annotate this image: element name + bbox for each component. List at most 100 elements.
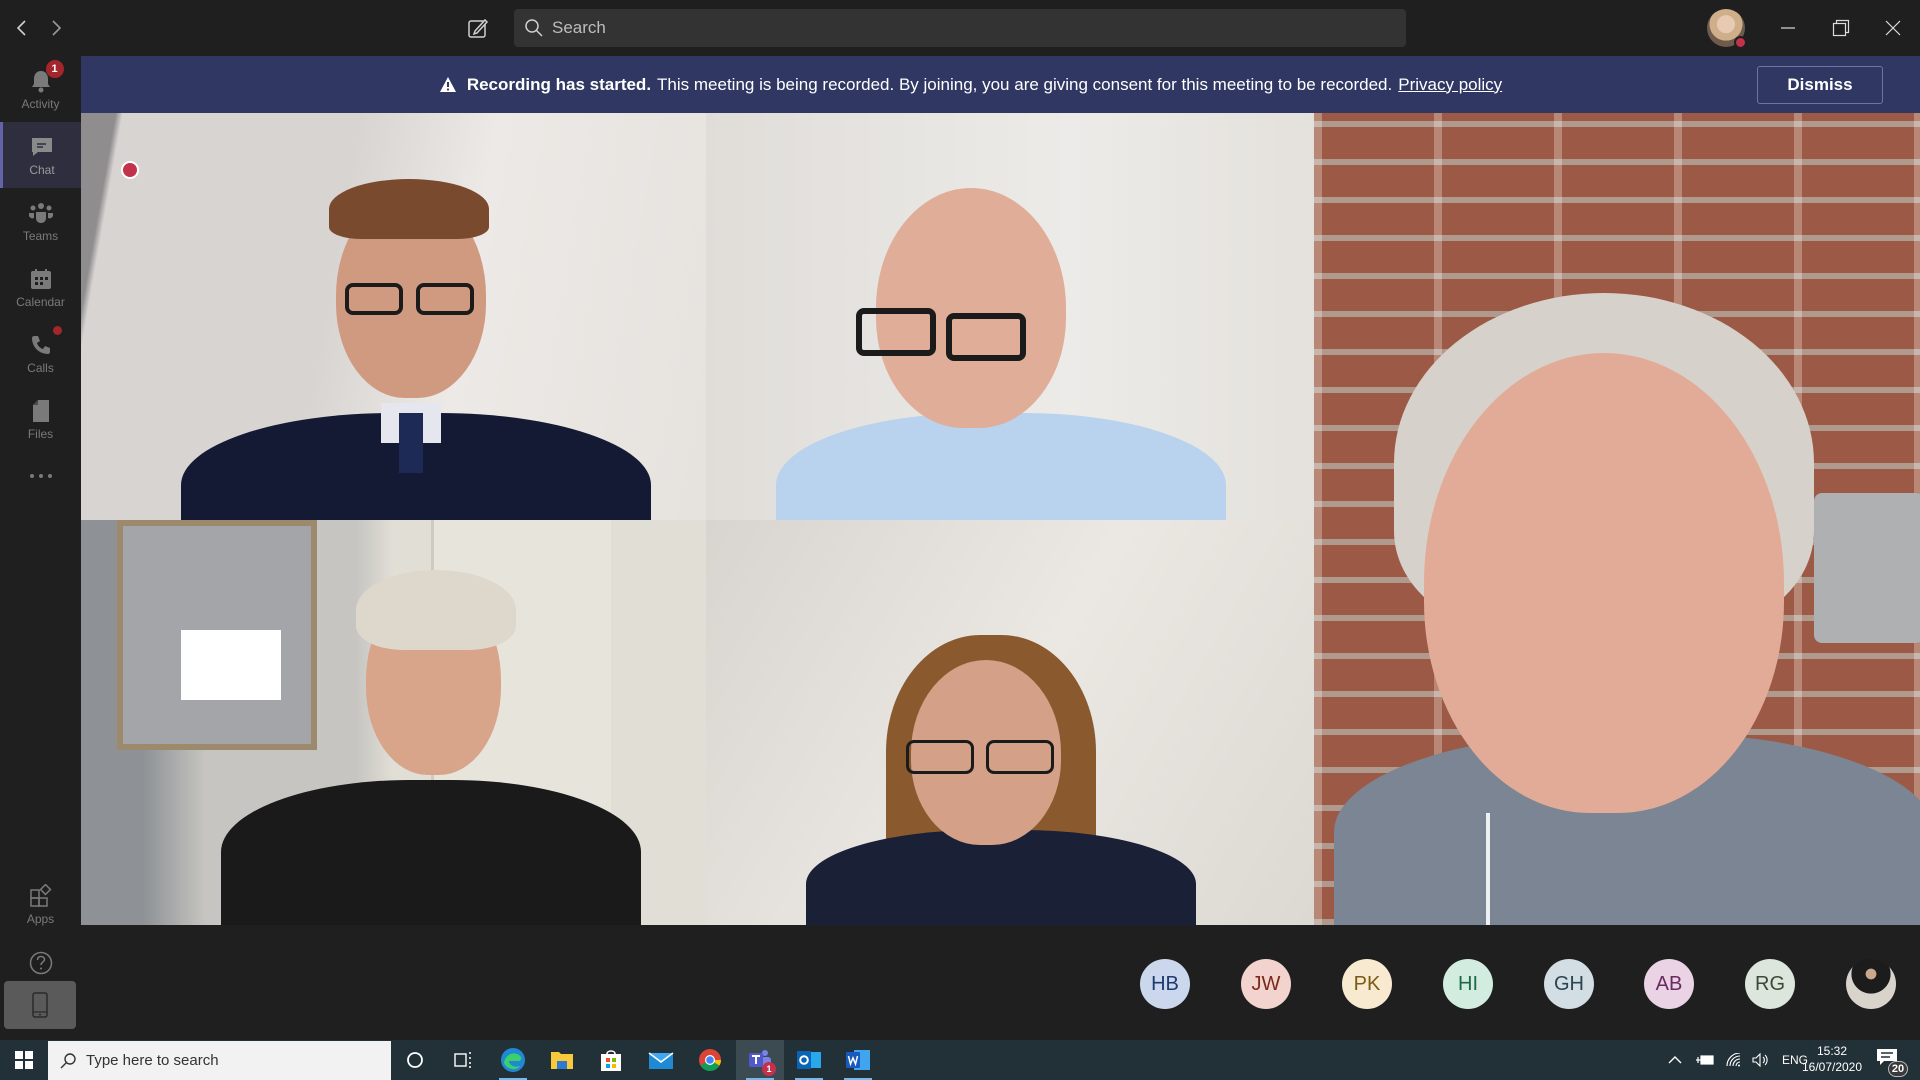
search-icon bbox=[60, 1052, 76, 1068]
appbar-item-label: Apps bbox=[26, 911, 55, 926]
windows-taskbar: 1 ENG 15:32 16/07/2020 20 bbox=[0, 1040, 1920, 1080]
video-tile-1[interactable] bbox=[81, 113, 706, 520]
recording-title: Recording has started. bbox=[466, 74, 652, 94]
calendar-icon bbox=[30, 268, 51, 289]
mobile-device-icon bbox=[32, 992, 48, 1018]
clock-time: 15:32 bbox=[1816, 1044, 1848, 1058]
participant-avatar-hi[interactable]: HI bbox=[1443, 959, 1493, 1009]
avatar-initials: PK bbox=[1353, 972, 1381, 995]
chrome-icon bbox=[699, 1049, 721, 1071]
taskbar-mail[interactable] bbox=[637, 1040, 685, 1080]
clock-date: 16/07/2020 bbox=[1801, 1060, 1863, 1074]
taskbar-clock[interactable]: 15:32 16/07/2020 bbox=[1800, 1043, 1864, 1075]
appbar-item-files[interactable]: Files bbox=[0, 386, 81, 452]
privacy-policy-link[interactable]: Privacy policy bbox=[1398, 75, 1502, 95]
windows-logo-icon bbox=[15, 1051, 33, 1069]
new-chat-button[interactable] bbox=[464, 14, 492, 42]
minimize-icon bbox=[1781, 27, 1795, 29]
file-icon bbox=[32, 399, 49, 422]
avatar-initials: GH bbox=[1554, 972, 1584, 995]
wifi-icon[interactable] bbox=[1726, 1053, 1742, 1067]
phone-icon bbox=[31, 335, 50, 354]
video-tile-5[interactable] bbox=[1314, 113, 1920, 925]
appbar-item-label: Files bbox=[27, 426, 54, 441]
search-input[interactable] bbox=[552, 18, 1352, 38]
cortana-icon bbox=[407, 1052, 423, 1068]
forward-button[interactable] bbox=[42, 14, 70, 42]
participant-avatar-photo[interactable] bbox=[1846, 959, 1896, 1009]
appbar-item-calendar[interactable]: Calendar bbox=[0, 254, 81, 320]
search-box[interactable] bbox=[514, 9, 1406, 47]
restore-icon bbox=[1832, 19, 1850, 37]
video-tile-4[interactable] bbox=[706, 520, 1314, 925]
battery-charging-icon[interactable] bbox=[1696, 1054, 1714, 1066]
file-explorer-icon bbox=[551, 1052, 573, 1069]
compose-icon bbox=[468, 18, 489, 38]
dismiss-button[interactable]: Dismiss bbox=[1757, 66, 1883, 104]
recording-text: This meeting is being recorded. By joini… bbox=[657, 74, 1393, 94]
avatar-initials: JW bbox=[1251, 972, 1281, 995]
taskbar-task-view[interactable] bbox=[439, 1040, 487, 1080]
avatar-initials: RG bbox=[1755, 972, 1785, 995]
appbar-item-label: Teams bbox=[22, 228, 59, 243]
back-button[interactable] bbox=[8, 14, 36, 42]
appbar-item-activity[interactable]: 1 Activity bbox=[0, 56, 81, 122]
title-bar bbox=[0, 0, 1920, 56]
recording-indicator bbox=[121, 161, 139, 179]
more-icon bbox=[29, 474, 52, 478]
participant-avatar-pk[interactable]: PK bbox=[1342, 959, 1392, 1009]
device-settings-button[interactable] bbox=[4, 981, 76, 1029]
video-tile-2[interactable] bbox=[706, 113, 1314, 520]
mail-icon bbox=[648, 1052, 674, 1069]
taskbar-teams[interactable]: 1 bbox=[736, 1040, 784, 1080]
show-hidden-icons-chevron[interactable] bbox=[1668, 1055, 1682, 1065]
presence-busy-indicator bbox=[1734, 36, 1747, 49]
taskbar-word[interactable] bbox=[834, 1040, 882, 1080]
calls-notification-dot bbox=[52, 325, 62, 335]
restore-button[interactable] bbox=[1821, 8, 1861, 48]
appbar-item-label: Activity bbox=[21, 96, 60, 111]
taskbar-file-explorer[interactable] bbox=[538, 1040, 586, 1080]
taskbar-edge[interactable] bbox=[489, 1040, 537, 1080]
appbar-item-label: Calls bbox=[27, 360, 54, 375]
participant-avatar-rg[interactable]: RG bbox=[1745, 959, 1795, 1009]
recording-message: Recording has started. This meeting is b… bbox=[439, 75, 1502, 95]
notification-count: 20 bbox=[1888, 1061, 1908, 1077]
participant-avatar-jw[interactable]: JW bbox=[1241, 959, 1291, 1009]
taskbar-search-input[interactable] bbox=[86, 1052, 366, 1069]
appbar-item-label: Calendar bbox=[16, 294, 65, 309]
participant-roster: HB JW PK HI GH AB RG bbox=[81, 925, 1920, 1040]
taskbar-chrome[interactable] bbox=[686, 1040, 734, 1080]
app-bar: 1 Activity Chat Teams Calendar Calls Fil… bbox=[0, 56, 81, 1040]
participant-avatar-ab[interactable]: AB bbox=[1644, 959, 1694, 1009]
action-center-button[interactable]: 20 bbox=[1876, 1048, 1908, 1077]
profile-avatar[interactable] bbox=[1707, 9, 1747, 49]
task-view-icon bbox=[454, 1052, 471, 1068]
teams-icon bbox=[28, 202, 53, 223]
search-icon bbox=[525, 19, 543, 37]
teams-taskbar-badge: 1 bbox=[762, 1062, 776, 1076]
taskbar-search[interactable] bbox=[48, 1041, 391, 1080]
warning-icon bbox=[439, 76, 456, 92]
close-button[interactable] bbox=[1873, 8, 1913, 48]
participant-avatar-hb[interactable]: HB bbox=[1140, 959, 1190, 1009]
outlook-icon bbox=[797, 1051, 821, 1069]
taskbar-store[interactable] bbox=[587, 1040, 635, 1080]
taskbar-cortana[interactable] bbox=[391, 1040, 439, 1080]
activity-badge: 1 bbox=[45, 59, 64, 78]
recording-banner: Recording has started. This meeting is b… bbox=[81, 56, 1920, 113]
appbar-item-more[interactable] bbox=[0, 452, 81, 500]
volume-icon[interactable] bbox=[1752, 1053, 1770, 1067]
help-icon bbox=[29, 951, 52, 974]
participant-avatar-gh[interactable]: GH bbox=[1544, 959, 1594, 1009]
taskbar-outlook[interactable] bbox=[785, 1040, 833, 1080]
minimize-button[interactable] bbox=[1768, 8, 1808, 48]
appbar-item-chat[interactable]: Chat bbox=[0, 122, 81, 188]
avatar-initials: HB bbox=[1151, 972, 1179, 995]
appbar-item-apps[interactable]: Apps bbox=[0, 871, 81, 937]
start-button[interactable] bbox=[0, 1040, 48, 1080]
video-tile-3[interactable] bbox=[81, 520, 706, 925]
forward-icon bbox=[52, 20, 62, 36]
appbar-item-calls[interactable]: Calls bbox=[0, 320, 81, 386]
appbar-item-teams[interactable]: Teams bbox=[0, 188, 81, 254]
